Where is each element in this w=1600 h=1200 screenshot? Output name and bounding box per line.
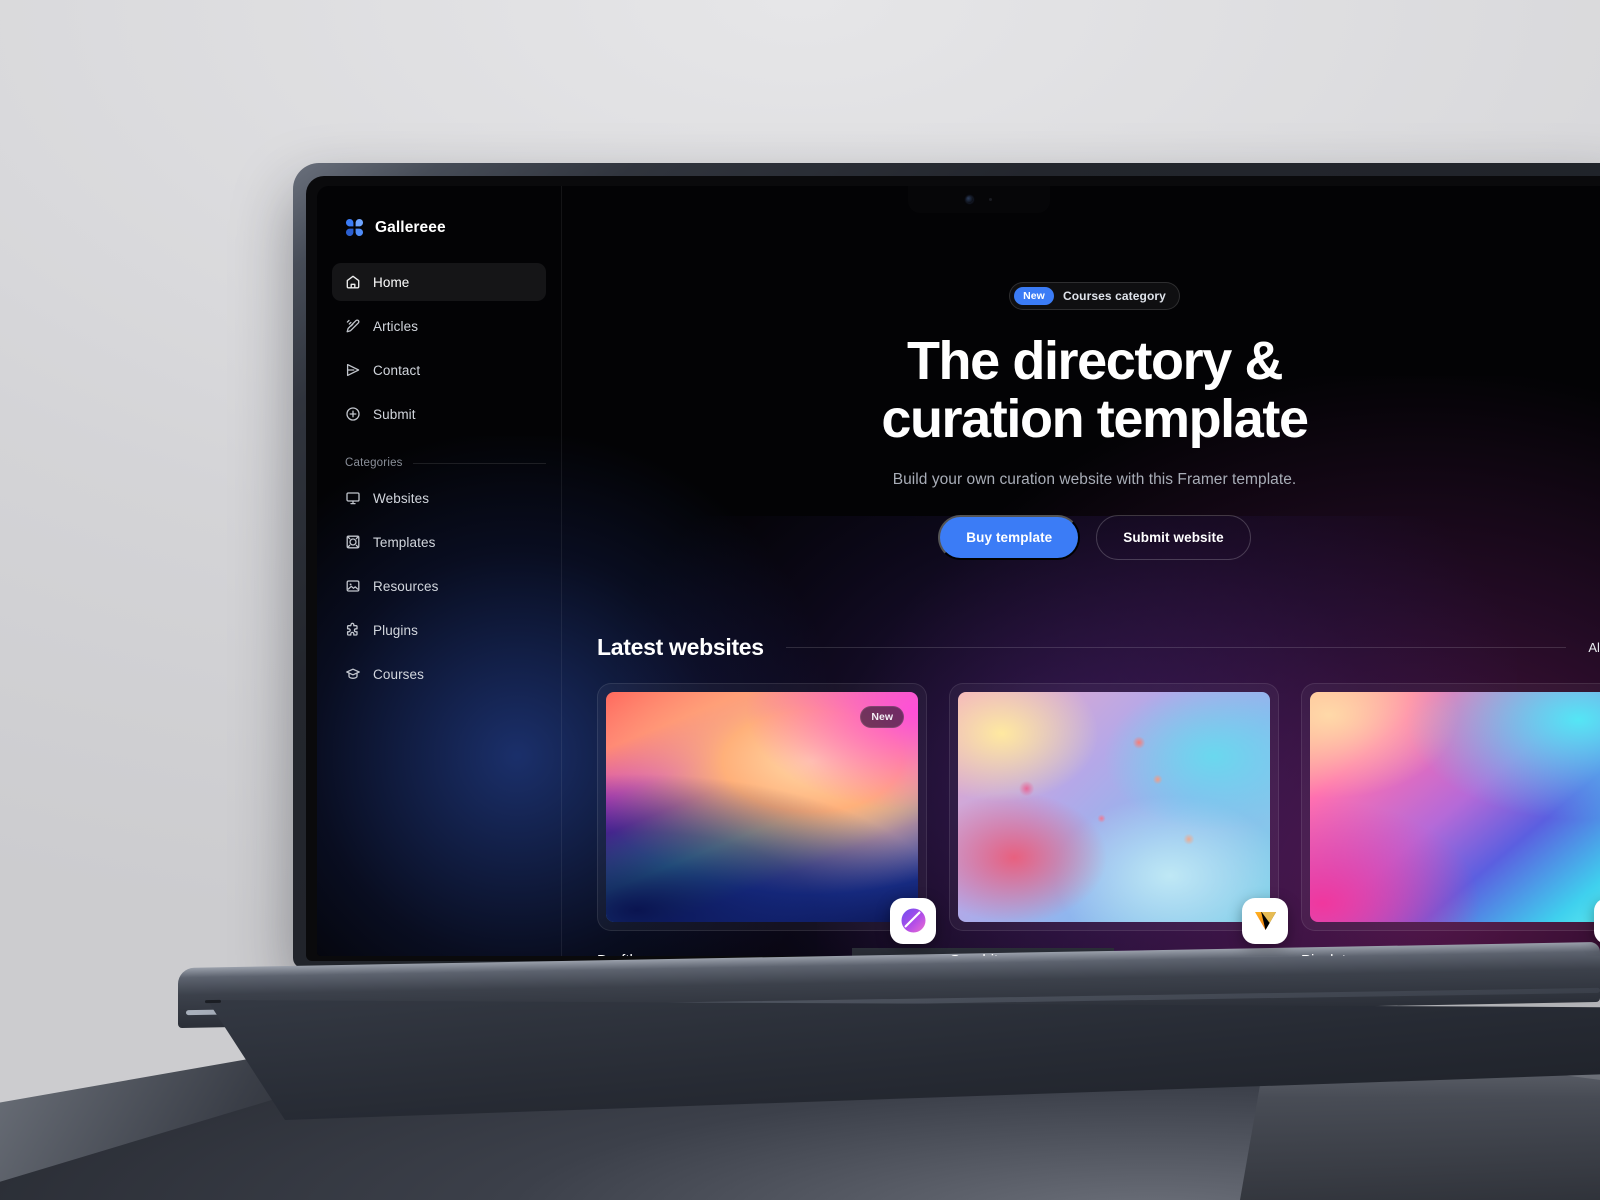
categories-nav: Websites Templates Resources Plugins Cou…: [317, 479, 561, 693]
card-title: Pixelate: [1301, 952, 1600, 956]
purple-circle-logo-icon: [890, 897, 936, 944]
teal-leaf-logo-icon: [1594, 897, 1600, 944]
website-card-list: New: [562, 682, 1600, 956]
sidebar-item-label: Plugins: [373, 622, 418, 638]
status-badge: New: [860, 705, 904, 728]
card-artwork: [1310, 691, 1600, 922]
sidebar-item-label: Submit: [373, 406, 416, 422]
sidebar-item-label: Courses: [373, 666, 424, 682]
announcement-pill[interactable]: New Courses category: [1009, 282, 1180, 310]
card-thumbnail: [949, 682, 1288, 944]
website-page: Gallereee Home Articles Contact Submit C…: [317, 186, 1600, 956]
orange-chevron-logo-icon: [1242, 897, 1288, 944]
graduation-cap-icon: [345, 666, 361, 682]
puzzle-icon: [345, 622, 361, 638]
categories-heading: Categories: [317, 439, 561, 479]
sidebar-item-label: Websites: [373, 490, 430, 506]
card-thumbnail: [1301, 682, 1600, 944]
page-title: The directory & curation template: [562, 331, 1600, 449]
main-content: New Courses category The directory & cur…: [562, 186, 1600, 956]
sidebar-item-websites[interactable]: Websites: [332, 479, 546, 517]
sidebar-item-label: Contact: [373, 362, 421, 378]
laptop-screen: Gallereee Home Articles Contact Submit C…: [317, 186, 1600, 956]
card-artwork: [958, 691, 1270, 922]
website-card[interactable]: New: [597, 682, 936, 956]
website-card[interactable]: Graphite: [949, 682, 1288, 956]
camera-notch: [908, 186, 1050, 213]
submit-website-button[interactable]: Submit website: [1096, 514, 1251, 560]
announcement-text: Courses category: [1062, 289, 1166, 303]
card-title: Graphite: [949, 952, 1279, 956]
sidebar-item-articles[interactable]: Articles: [332, 307, 546, 345]
sidebar-item-contact[interactable]: Contact: [332, 351, 546, 389]
image-icon: [345, 578, 361, 594]
home-icon: [345, 274, 361, 290]
sidebar-item-submit[interactable]: Submit: [332, 395, 546, 433]
grid-square-icon: [345, 534, 361, 550]
plus-circle-icon: [345, 406, 361, 422]
primary-nav: Home Articles Contact Submit: [317, 263, 561, 433]
all-websites-link[interactable]: All we: [1588, 640, 1600, 655]
sidebar: Gallereee Home Articles Contact Submit C…: [317, 186, 562, 956]
card-title: Draftly: [597, 952, 927, 956]
sidebar-item-resources[interactable]: Resources: [332, 567, 546, 605]
laptop-mockup: Gallereee Home Articles Contact Submit C…: [0, 0, 1600, 1200]
pen-icon: [345, 318, 361, 334]
sidebar-item-templates[interactable]: Templates: [332, 523, 546, 561]
divider: [412, 462, 546, 464]
section-title: Latest websites: [597, 633, 764, 660]
brand[interactable]: Gallereee: [317, 212, 561, 263]
send-icon: [345, 362, 361, 378]
monitor-icon: [345, 490, 361, 506]
divider: [785, 646, 1567, 648]
hero-actions: Buy template Submit website: [562, 514, 1600, 560]
title-line-2: curation template: [881, 388, 1309, 449]
website-card[interactable]: Pixelate: [1301, 682, 1600, 956]
sidebar-item-label: Articles: [373, 318, 419, 334]
camera-indicator-icon: [989, 198, 992, 201]
hero-section: New Courses category The directory & cur…: [562, 186, 1600, 560]
sidebar-item-label: Home: [373, 274, 410, 290]
brand-name: Gallereee: [375, 218, 446, 236]
laptop-foot: [204, 999, 222, 1004]
hero-subtitle: Build your own curation website with thi…: [892, 470, 1297, 488]
sidebar-item-courses[interactable]: Courses: [332, 655, 546, 693]
laptop-base-front: [207, 1000, 1600, 1120]
sidebar-item-label: Resources: [373, 578, 439, 594]
sidebar-item-label: Templates: [373, 534, 436, 550]
card-thumbnail: New: [597, 682, 936, 944]
sidebar-item-home[interactable]: Home: [332, 263, 546, 301]
card-artwork: New: [606, 691, 918, 922]
sidebar-item-plugins[interactable]: Plugins: [332, 611, 546, 649]
categories-label: Categories: [345, 457, 403, 469]
camera-icon: [966, 196, 973, 203]
four-petal-logo-icon: [345, 218, 364, 237]
new-badge: New: [1014, 287, 1054, 305]
latest-websites-header: Latest websites All we: [562, 634, 1600, 661]
title-line-1: The directory &: [906, 331, 1283, 391]
buy-template-button[interactable]: Buy template: [938, 514, 1081, 560]
